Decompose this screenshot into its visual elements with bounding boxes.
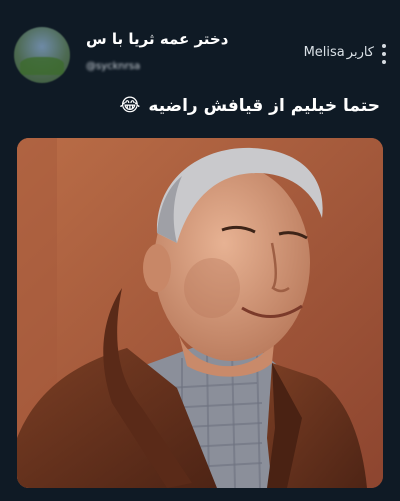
photo-illustration bbox=[17, 138, 383, 488]
tweet-card: دختر عمه ثریا با س @sycknrsa Melisa کارب… bbox=[0, 0, 400, 501]
laughing-emoji-icon: 😂 bbox=[119, 95, 141, 116]
tweet-photo[interactable] bbox=[17, 138, 383, 488]
user-avatar[interactable] bbox=[14, 27, 70, 83]
watermark: Melisa کاربر bbox=[304, 45, 374, 60]
watermark-name: Melisa bbox=[303, 45, 345, 60]
watermark-label: کاربر bbox=[346, 45, 374, 60]
display-name[interactable]: دختر عمه ثریا با س bbox=[86, 30, 228, 48]
tweet-text: حتما خیلیم از قیافش راضیه 😂 bbox=[119, 96, 380, 116]
tweet-text-content: حتما خیلیم از قیافش راضیه bbox=[148, 96, 380, 116]
more-options-icon[interactable] bbox=[381, 44, 387, 64]
user-handle: @sycknrsa bbox=[86, 61, 141, 72]
